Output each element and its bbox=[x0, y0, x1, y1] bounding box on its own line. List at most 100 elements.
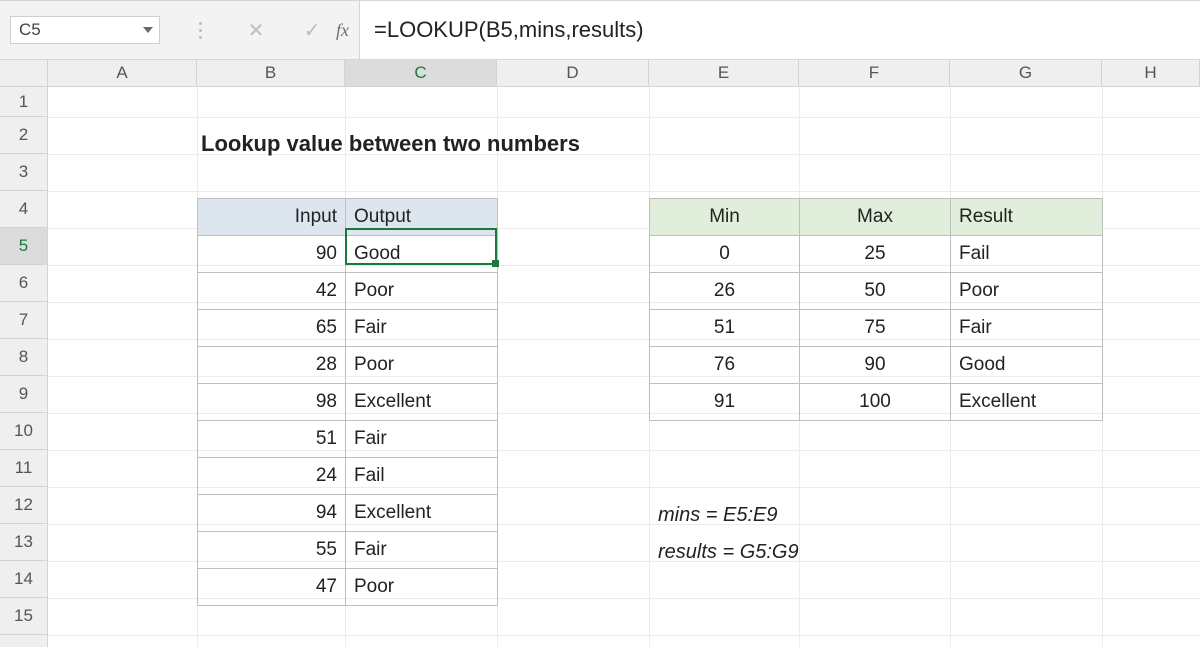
lookup-max-cell[interactable]: 90 bbox=[800, 347, 951, 384]
note-mins: mins = E5:E9 bbox=[658, 504, 778, 527]
row-header-12[interactable]: 12 bbox=[0, 487, 47, 524]
row-header-13[interactable]: 13 bbox=[0, 524, 47, 561]
io-table: Input Output 90Good42Poor65Fair28Poor98E… bbox=[197, 198, 498, 606]
column-headers: ABCDEFGH bbox=[0, 60, 1200, 87]
lookup-table: Min Max Result 025Fail2650Poor5175Fair76… bbox=[649, 198, 1103, 421]
name-box-wrap: C5 bbox=[0, 1, 172, 59]
io-input-cell[interactable]: 42 bbox=[198, 273, 346, 310]
io-output-cell[interactable]: Poor bbox=[346, 569, 498, 606]
io-output-cell[interactable]: Fair bbox=[346, 310, 498, 347]
lookup-max-cell[interactable]: 50 bbox=[800, 273, 951, 310]
table-row[interactable]: 98Excellent bbox=[198, 384, 498, 421]
row-header-15[interactable]: 15 bbox=[0, 598, 47, 635]
formula-bar: C5 ✕ ✓ fx =LOOKUP(B5,mins,results) bbox=[0, 0, 1200, 60]
column-header-F[interactable]: F bbox=[799, 60, 950, 86]
io-output-cell[interactable]: Good bbox=[346, 236, 498, 273]
row-header-2[interactable]: 2 bbox=[0, 117, 47, 154]
io-output-cell[interactable]: Excellent bbox=[346, 384, 498, 421]
table-row[interactable]: 42Poor bbox=[198, 273, 498, 310]
name-box-value: C5 bbox=[19, 20, 41, 40]
row-header-7[interactable]: 7 bbox=[0, 302, 47, 339]
table-row[interactable]: 94Excellent bbox=[198, 495, 498, 532]
cancel-icon[interactable]: ✕ bbox=[242, 16, 270, 44]
lookup-result-cell[interactable]: Excellent bbox=[951, 384, 1103, 421]
lookup-max-cell[interactable]: 100 bbox=[800, 384, 951, 421]
row-headers: 123456789101112131415 bbox=[0, 87, 48, 647]
io-output-cell[interactable]: Poor bbox=[346, 347, 498, 384]
formula-text: =LOOKUP(B5,mins,results) bbox=[374, 17, 644, 43]
table-row[interactable]: 65Fair bbox=[198, 310, 498, 347]
lookup-min-cell[interactable]: 91 bbox=[650, 384, 800, 421]
column-header-D[interactable]: D bbox=[497, 60, 649, 86]
table-row[interactable]: 025Fail bbox=[650, 236, 1103, 273]
io-input-cell[interactable]: 47 bbox=[198, 569, 346, 606]
lookup-result-cell[interactable]: Poor bbox=[951, 273, 1103, 310]
lookup-header-max: Max bbox=[800, 199, 951, 236]
row-header-4[interactable]: 4 bbox=[0, 191, 47, 228]
lookup-min-cell[interactable]: 26 bbox=[650, 273, 800, 310]
more-icon[interactable] bbox=[186, 16, 214, 44]
row-header-5[interactable]: 5 bbox=[0, 228, 47, 265]
io-output-cell[interactable]: Fail bbox=[346, 458, 498, 495]
check-icon[interactable]: ✓ bbox=[298, 16, 326, 44]
page-title: Lookup value between two numbers bbox=[201, 131, 580, 157]
table-row[interactable]: 7690Good bbox=[650, 347, 1103, 384]
io-output-cell[interactable]: Poor bbox=[346, 273, 498, 310]
io-header-output: Output bbox=[346, 199, 498, 236]
lookup-min-cell[interactable]: 76 bbox=[650, 347, 800, 384]
row-header-6[interactable]: 6 bbox=[0, 265, 47, 302]
table-row[interactable]: 55Fair bbox=[198, 532, 498, 569]
row-header-1[interactable]: 1 bbox=[0, 87, 47, 117]
table-row[interactable]: 51Fair bbox=[198, 421, 498, 458]
column-header-B[interactable]: B bbox=[197, 60, 345, 86]
spreadsheet-grid[interactable]: ABCDEFGH 123456789101112131415 Lookup va… bbox=[0, 60, 1200, 647]
io-input-cell[interactable]: 51 bbox=[198, 421, 346, 458]
io-input-cell[interactable]: 55 bbox=[198, 532, 346, 569]
chevron-down-icon[interactable] bbox=[143, 27, 153, 33]
row-header-10[interactable]: 10 bbox=[0, 413, 47, 450]
io-input-cell[interactable]: 94 bbox=[198, 495, 346, 532]
io-output-cell[interactable]: Excellent bbox=[346, 495, 498, 532]
lookup-result-cell[interactable]: Good bbox=[951, 347, 1103, 384]
lookup-min-cell[interactable]: 51 bbox=[650, 310, 800, 347]
io-input-cell[interactable]: 28 bbox=[198, 347, 346, 384]
table-row[interactable]: 2650Poor bbox=[650, 273, 1103, 310]
note-results: results = G5:G9 bbox=[658, 541, 799, 564]
column-header-E[interactable]: E bbox=[649, 60, 799, 86]
lookup-header-min: Min bbox=[650, 199, 800, 236]
select-all-corner[interactable] bbox=[0, 60, 48, 86]
table-row[interactable]: 90Good bbox=[198, 236, 498, 273]
lookup-result-cell[interactable]: Fair bbox=[951, 310, 1103, 347]
row-header-3[interactable]: 3 bbox=[0, 154, 47, 191]
table-row[interactable]: 47Poor bbox=[198, 569, 498, 606]
column-header-C[interactable]: C bbox=[345, 60, 497, 86]
io-input-cell[interactable]: 98 bbox=[198, 384, 346, 421]
row-header-9[interactable]: 9 bbox=[0, 376, 47, 413]
table-row[interactable]: 91100Excellent bbox=[650, 384, 1103, 421]
sheet-area[interactable]: Lookup value between two numbers Input O… bbox=[48, 87, 1200, 647]
lookup-max-cell[interactable]: 25 bbox=[800, 236, 951, 273]
formula-input[interactable]: =LOOKUP(B5,mins,results) bbox=[359, 1, 1200, 59]
column-header-H[interactable]: H bbox=[1102, 60, 1200, 86]
io-output-cell[interactable]: Fair bbox=[346, 421, 498, 458]
io-input-cell[interactable]: 65 bbox=[198, 310, 346, 347]
column-header-G[interactable]: G bbox=[950, 60, 1102, 86]
lookup-min-cell[interactable]: 0 bbox=[650, 236, 800, 273]
row-header-14[interactable]: 14 bbox=[0, 561, 47, 598]
table-row[interactable]: 28Poor bbox=[198, 347, 498, 384]
lookup-max-cell[interactable]: 75 bbox=[800, 310, 951, 347]
name-box[interactable]: C5 bbox=[10, 16, 160, 44]
lookup-result-cell[interactable]: Fail bbox=[951, 236, 1103, 273]
column-header-A[interactable]: A bbox=[48, 60, 197, 86]
row-header-8[interactable]: 8 bbox=[0, 339, 47, 376]
io-input-cell[interactable]: 90 bbox=[198, 236, 346, 273]
io-header-input: Input bbox=[198, 199, 346, 236]
formula-controls: ✕ ✓ bbox=[172, 1, 334, 59]
fx-label[interactable]: fx bbox=[334, 1, 359, 59]
row-header-11[interactable]: 11 bbox=[0, 450, 47, 487]
lookup-header-result: Result bbox=[951, 199, 1103, 236]
table-row[interactable]: 24Fail bbox=[198, 458, 498, 495]
table-row[interactable]: 5175Fair bbox=[650, 310, 1103, 347]
io-input-cell[interactable]: 24 bbox=[198, 458, 346, 495]
io-output-cell[interactable]: Fair bbox=[346, 532, 498, 569]
